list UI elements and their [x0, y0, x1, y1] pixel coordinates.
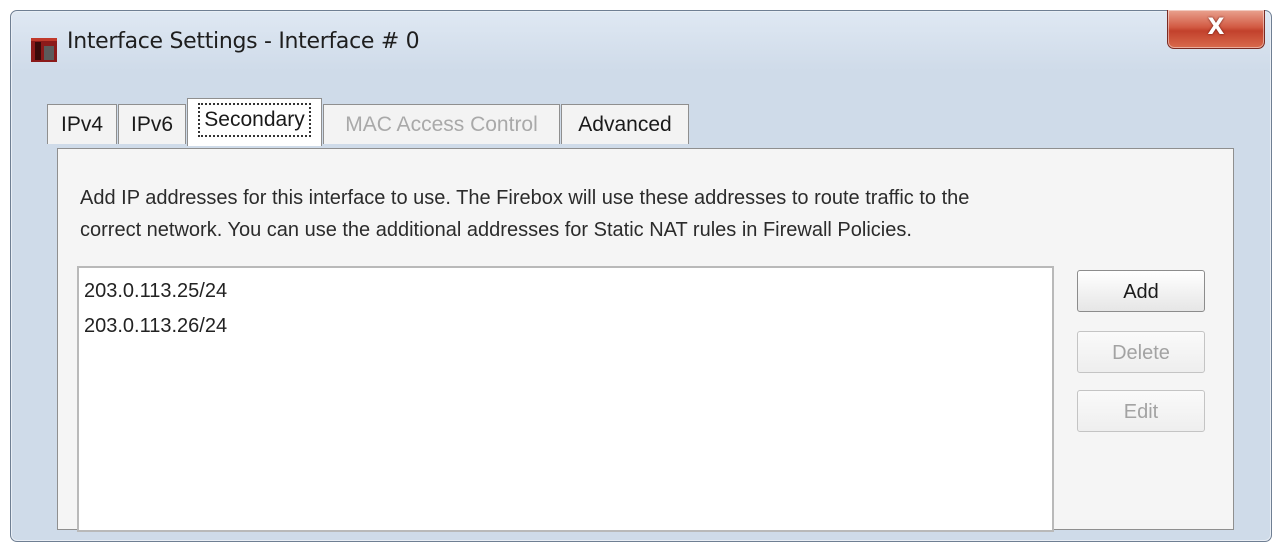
description-text: Add IP addresses for this interface to u… — [80, 182, 1180, 246]
tab-mac-access-control[interactable]: MAC Access Control — [323, 104, 560, 144]
list-item[interactable]: 203.0.113.25/24 — [84, 280, 227, 303]
add-button[interactable]: Add — [1077, 270, 1205, 312]
tab-advanced[interactable]: Advanced — [561, 104, 689, 144]
tab-ipv6[interactable]: IPv6 — [118, 104, 186, 144]
tab-label: Advanced — [578, 113, 672, 136]
description-line: correct network. You can use the additio… — [80, 219, 912, 241]
address-list[interactable]: 203.0.113.25/24 203.0.113.26/24 — [77, 266, 1054, 532]
tab-secondary[interactable]: Secondary — [187, 98, 322, 146]
description-line: Add IP addresses for this interface to u… — [80, 187, 970, 209]
tab-label: Secondary — [198, 103, 311, 137]
app-icon — [31, 38, 57, 62]
delete-button[interactable]: Delete — [1077, 331, 1205, 373]
edit-button[interactable]: Edit — [1077, 390, 1205, 432]
tab-ipv4[interactable]: IPv4 — [47, 104, 117, 144]
list-item[interactable]: 203.0.113.26/24 — [84, 315, 227, 338]
tab-label: IPv6 — [130, 113, 174, 136]
tab-label: MAC Access Control — [345, 113, 538, 136]
title-bar[interactable]: Interface Settings - Interface # 0 X — [11, 10, 1271, 73]
tab-label: IPv4 — [60, 113, 104, 136]
close-icon: X — [1207, 15, 1225, 40]
close-button[interactable]: X — [1167, 10, 1265, 49]
window-title: Interface Settings - Interface # 0 — [67, 29, 420, 54]
